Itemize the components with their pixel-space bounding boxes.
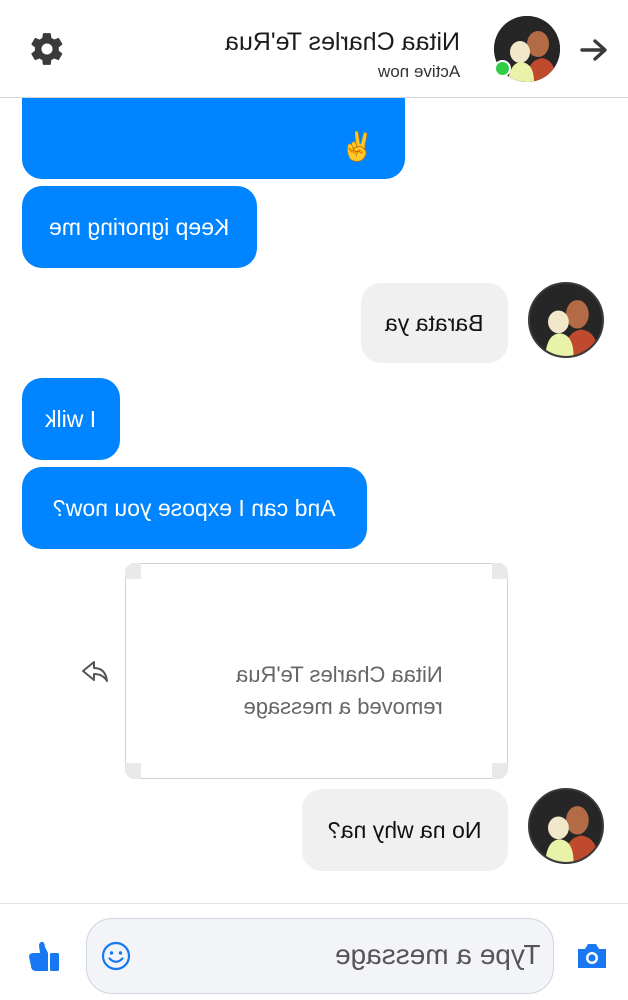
message-text: And can I expose you now? — [53, 494, 336, 521]
removed-message-card: Nitaa Charles Te'Rua removed a message — [125, 563, 508, 779]
message-bubble-sent[interactable]: I wilk — [22, 378, 120, 460]
message-placeholder: Type a message — [334, 939, 540, 970]
online-indicator — [494, 60, 511, 77]
contact-avatar[interactable] — [528, 282, 604, 358]
message-text: No na why na? — [328, 816, 482, 843]
gear-icon[interactable] — [28, 30, 66, 68]
message-text: ✌️ — [340, 131, 375, 162]
message-bubble-sent[interactable]: Keep ignoring me — [22, 186, 257, 268]
reply-icon[interactable] — [80, 656, 110, 686]
removed-message-text: Nitaa Charles Te'Rua removed a message — [236, 662, 443, 719]
message-bubble-sent[interactable]: And can I expose you now? — [22, 467, 367, 549]
chat-header: Nitaa Charles Te'Rua Active now — [0, 0, 628, 98]
message-text: I wilk — [45, 405, 97, 432]
active-status: Active now — [377, 62, 460, 81]
message-text: Barata ya — [385, 309, 484, 336]
contact-avatar[interactable] — [528, 788, 604, 864]
message-bubble-sent[interactable]: ✌️ — [22, 90, 405, 179]
thumbs-up-icon[interactable] — [26, 938, 62, 974]
message-bubble-received[interactable]: Barata ya — [361, 283, 508, 363]
message-text: Keep ignoring me — [49, 213, 230, 240]
smiley-icon[interactable] — [100, 940, 132, 972]
arrow-right-icon[interactable] — [578, 36, 610, 64]
message-bubble-received[interactable]: No na why na? — [302, 789, 508, 871]
camera-icon[interactable] — [575, 940, 609, 972]
contact-name: Nitaa Charles Te'Rua — [225, 28, 460, 56]
